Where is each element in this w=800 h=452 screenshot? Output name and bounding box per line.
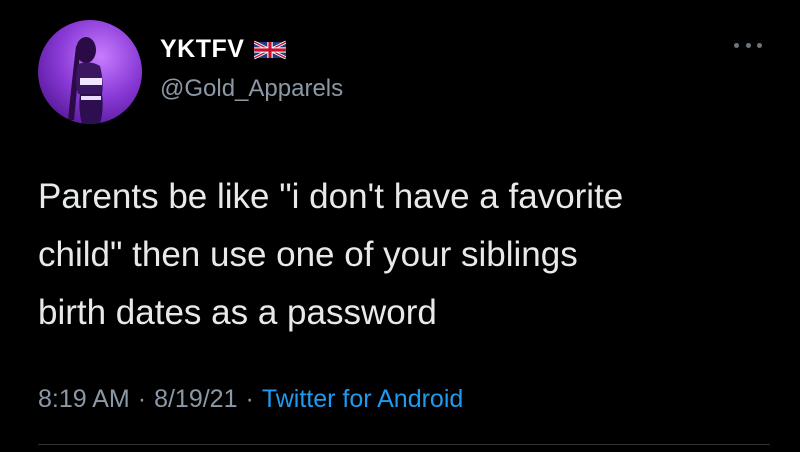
meta-separator: · [137,385,147,413]
avatar-image [68,37,103,124]
display-name-row[interactable]: YKTFV [160,35,287,64]
tweet-source-link[interactable]: Twitter for Android [262,385,463,414]
tweet-card: YKTFV @Gold_Apparels Parents be like "i … [0,0,800,452]
more-dots-icon[interactable] [734,38,762,52]
tweet-time[interactable]: 8:19 AM [38,385,130,414]
tweet-meta: 8:19 AM · 8/19/21 · Twitter for Android [38,385,463,414]
user-handle[interactable]: @Gold_Apparels [160,75,343,103]
display-name[interactable]: YKTFV [160,35,244,64]
divider [38,444,770,445]
meta-separator: · [245,385,254,413]
tweet-text: Parents be like "i don't have a favorite… [38,177,624,332]
dot [757,42,762,48]
dot [745,42,751,48]
dot [734,42,739,48]
uk-flag-icon [254,40,287,59]
tweet-date[interactable]: 8/19/21 [154,385,237,414]
avatar[interactable] [38,20,142,124]
